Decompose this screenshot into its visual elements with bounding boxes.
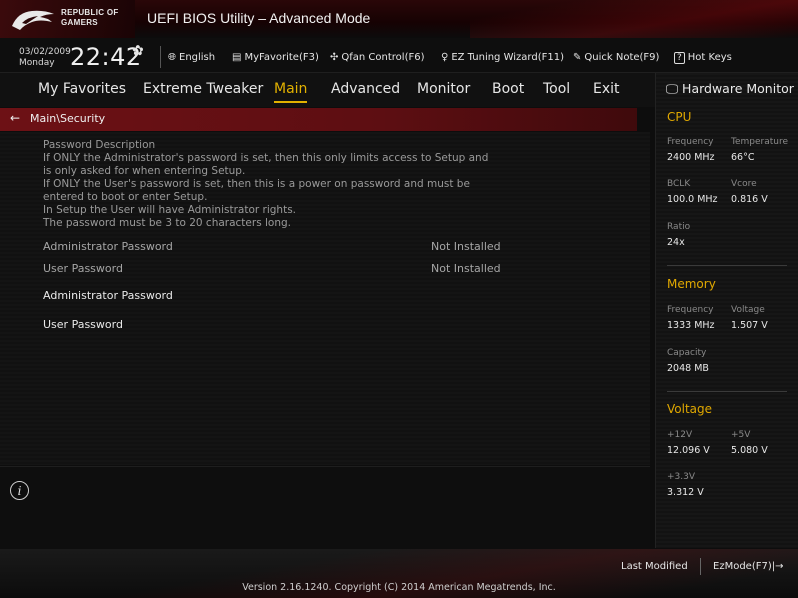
memory-heading: Memory — [667, 277, 716, 291]
myfavorite-button[interactable]: ▤ MyFavorite(F3) — [232, 52, 319, 63]
memory-capacity-label: Capacity — [667, 348, 707, 358]
rog-logo-icon — [12, 10, 54, 31]
myfavorite-label: MyFavorite(F3) — [244, 52, 319, 63]
brand-line-1: REPUBLIC OF — [61, 8, 119, 17]
active-tab-indicator — [274, 101, 307, 103]
bclk-label: BCLK — [667, 179, 691, 189]
monitor-icon: 🖵︎ — [666, 81, 679, 96]
bclk-value: 100.0 MHz — [667, 194, 718, 205]
memory-capacity-value: 2048 MB — [667, 363, 709, 374]
quick-note-label: Quick Note(F9) — [584, 52, 660, 63]
last-modified-button[interactable]: Last Modified — [621, 561, 688, 572]
ez-tuning-wizard-button[interactable]: ♀ EZ Tuning Wizard(F11) — [441, 52, 564, 63]
footer-divider — [700, 558, 701, 575]
globe-icon: 🌐︎ — [168, 52, 176, 63]
fan-icon: ✣ — [330, 52, 339, 63]
admin-password-status-value: Not Installed — [431, 240, 501, 253]
tab-exit[interactable]: Exit — [593, 81, 620, 97]
section-divider — [667, 391, 787, 392]
set-user-password-item[interactable]: User Password — [43, 318, 123, 331]
v33-value: 3.312 V — [667, 487, 704, 498]
rog-brand-text: REPUBLIC OF GAMERS — [61, 8, 119, 28]
language-button[interactable]: 🌐︎ English — [168, 52, 215, 63]
version-copyright: Version 2.16.1240. Copyright (C) 2014 Am… — [242, 582, 556, 593]
v12-value: 12.096 V — [667, 445, 710, 456]
user-password-status-label: User Password — [43, 262, 123, 275]
admin-password-status-label: Administrator Password — [43, 240, 173, 253]
time-display[interactable]: 22:42 — [70, 43, 142, 71]
tab-main[interactable]: Main — [274, 81, 307, 97]
user-password-status-value: Not Installed — [431, 262, 501, 275]
ezmode-label: EzMode(F7)| — [713, 561, 776, 572]
v5-label: +5V — [731, 430, 751, 440]
app-title: UEFI BIOS Utility – Advanced Mode — [147, 10, 371, 26]
cpu-temperature-value: 66°C — [731, 152, 755, 163]
bulb-icon: ♀ — [441, 52, 449, 63]
cpu-frequency-value: 2400 MHz — [667, 152, 715, 163]
v5-value: 5.080 V — [731, 445, 768, 456]
tab-advanced[interactable]: Advanced — [331, 81, 400, 97]
tab-my-favorites[interactable]: My Favorites — [38, 81, 126, 97]
ratio-value: 24x — [667, 237, 685, 248]
toolbar-divider — [160, 46, 161, 68]
qfan-control-button[interactable]: ✣ Qfan Control(F6) — [330, 52, 425, 63]
password-description-title: Password Description — [43, 139, 156, 151]
note-icon: ✎ — [573, 52, 582, 63]
hot-keys-button[interactable]: ? Hot Keys — [674, 52, 732, 64]
set-admin-password-item[interactable]: Administrator Password — [43, 289, 173, 302]
hardware-monitor-label: Hardware Monitor — [682, 81, 794, 96]
v33-label: +3.3V — [667, 472, 696, 482]
tab-monitor[interactable]: Monitor — [417, 81, 470, 97]
tab-extreme-tweaker[interactable]: Extreme Tweaker — [143, 81, 263, 97]
hot-keys-label: Hot Keys — [687, 52, 732, 63]
voltage-heading: Voltage — [667, 402, 713, 416]
memory-frequency-value: 1333 MHz — [667, 320, 715, 331]
hardware-monitor-title: 🖵︎ Hardware Monitor — [666, 81, 794, 97]
description-line: The password must be 3 to 20 characters … — [43, 217, 292, 229]
date-text: 03/02/2009 — [19, 47, 71, 57]
ez-tuning-label: EZ Tuning Wizard(F11) — [451, 52, 564, 63]
favorite-icon: ▤ — [232, 52, 242, 63]
description-line: entered to boot or enter Setup. — [43, 191, 208, 203]
gear-icon[interactable]: ✿ — [132, 43, 144, 59]
memory-voltage-label: Voltage — [731, 305, 765, 315]
brand-line-2: GAMERS — [61, 18, 98, 27]
date-display[interactable]: 03/02/2009 Monday — [19, 47, 71, 69]
ratio-label: Ratio — [667, 222, 691, 232]
cpu-heading: CPU — [667, 110, 692, 124]
help-info-area — [0, 466, 650, 549]
qfan-label: Qfan Control(F6) — [341, 52, 425, 63]
help-icon: ? — [674, 52, 685, 64]
memory-voltage-value: 1.507 V — [731, 320, 768, 331]
memory-frequency-label: Frequency — [667, 305, 714, 315]
info-icon: i — [10, 481, 29, 500]
day-text: Monday — [19, 58, 55, 68]
ezmode-button[interactable]: EzMode(F7)|→ — [713, 561, 784, 572]
description-line: If ONLY the User's password is set, then… — [43, 178, 470, 190]
quick-note-button[interactable]: ✎ Quick Note(F9) — [573, 52, 659, 63]
exit-arrow-icon: → — [775, 561, 784, 572]
v12-label: +12V — [667, 430, 693, 440]
tab-boot[interactable]: Boot — [492, 81, 524, 97]
cpu-frequency-label: Frequency — [667, 137, 714, 147]
description-line: If ONLY the Administrator's password is … — [43, 152, 489, 164]
language-label: English — [179, 52, 216, 63]
vcore-value: 0.816 V — [731, 194, 768, 205]
description-line: In Setup the User will have Administrato… — [43, 204, 296, 216]
back-arrow-icon[interactable]: ← — [10, 111, 20, 125]
title-bar-decoration — [470, 0, 798, 38]
tab-tool[interactable]: Tool — [543, 81, 570, 97]
cpu-temperature-label: Temperature — [731, 137, 789, 147]
description-line: is only asked for when entering Setup. — [43, 165, 246, 177]
section-divider — [667, 265, 787, 266]
vcore-label: Vcore — [731, 179, 757, 189]
breadcrumb-path: Main\Security — [30, 112, 106, 125]
